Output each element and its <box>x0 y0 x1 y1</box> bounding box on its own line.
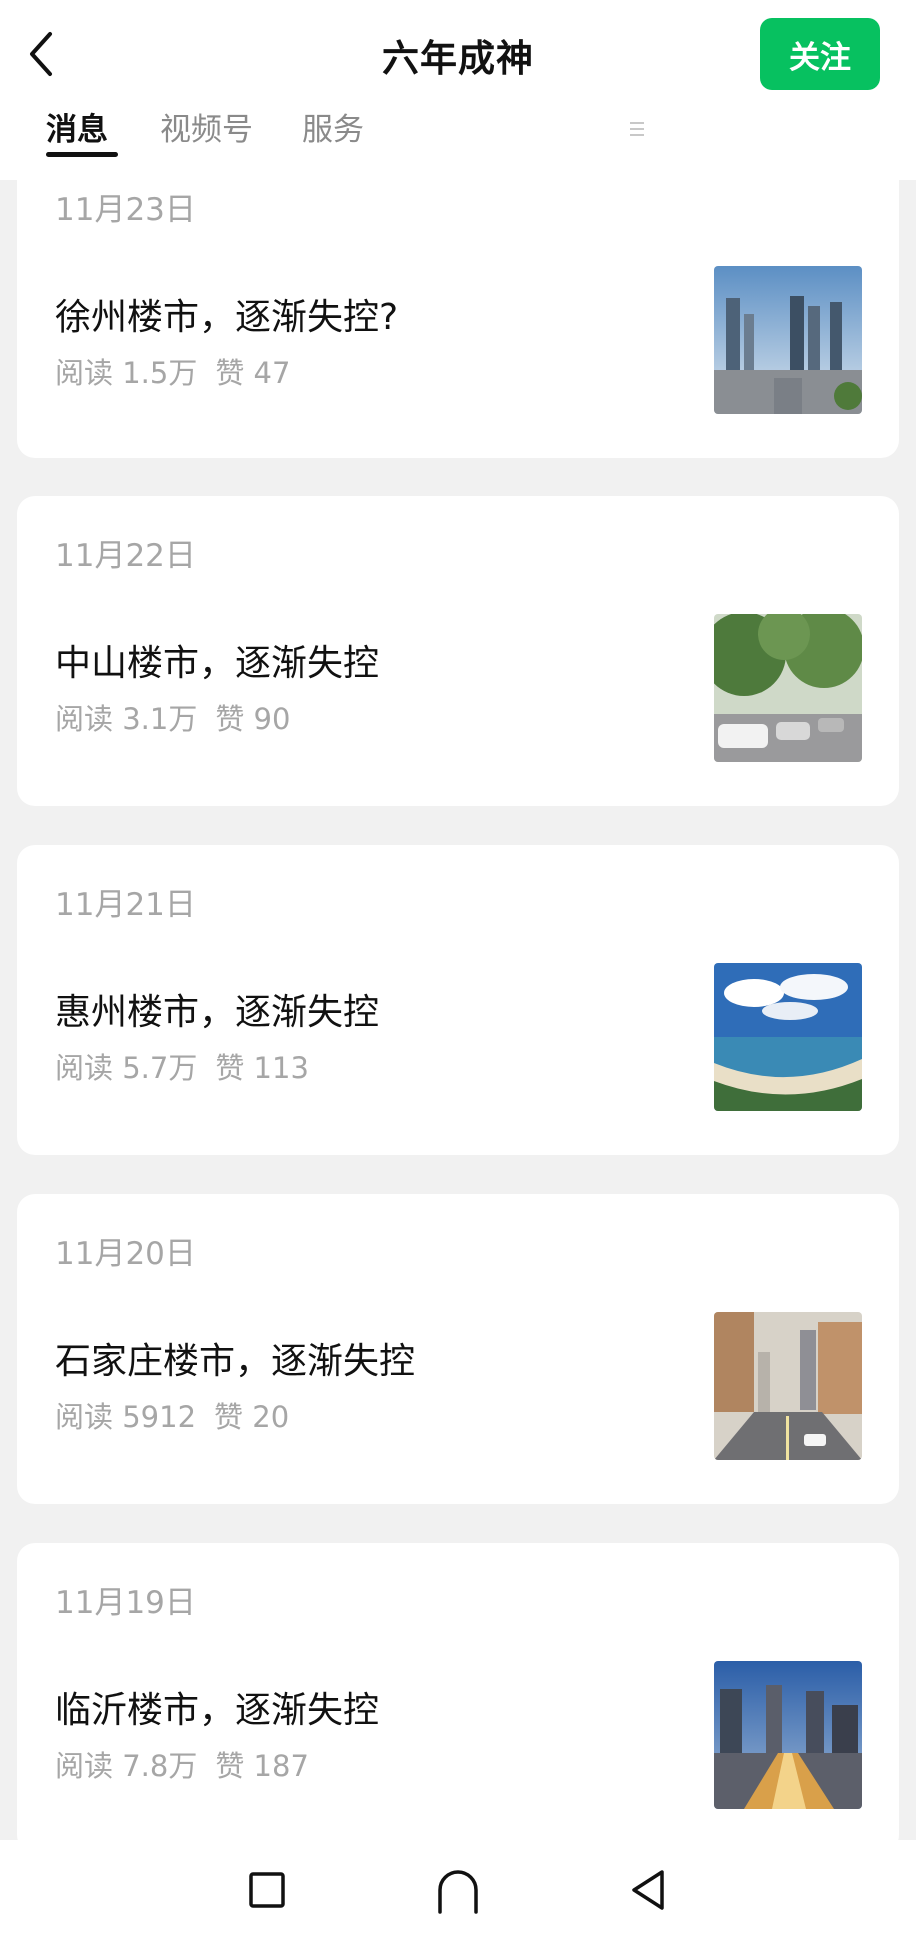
tree-lined-street-image <box>714 614 862 762</box>
read-count: 阅读 7.8万 <box>55 1749 198 1783</box>
article-card[interactable]: 11月21日 惠州楼市，逐渐失控 阅读 5.7万赞 113 <box>17 845 899 1155</box>
tab-label: 消息 <box>46 112 108 148</box>
article-card[interactable]: 11月22日 中山楼市，逐渐失控 阅读 3.1万赞 90 <box>17 496 899 806</box>
like-count: 赞 113 <box>215 1051 309 1085</box>
article-stats: 阅读 5912 赞 20 <box>55 1394 289 1436</box>
coastal-bay-image <box>714 963 862 1111</box>
article-card[interactable]: 11月23日 徐州楼市，逐渐失控? 阅读 1.5万赞 47 <box>17 180 899 458</box>
night-city-image <box>714 1661 862 1809</box>
back-nav-button[interactable] <box>620 1862 676 1918</box>
article-card[interactable]: 11月20日 石家庄楼市，逐渐失控 阅读 5912 赞 20 <box>17 1194 899 1504</box>
article-stats: 阅读 1.5万赞 47 <box>55 350 290 392</box>
article-date: 11月23日 <box>55 192 196 228</box>
article-stats: 阅读 5.7万赞 113 <box>55 1045 309 1087</box>
article-date: 11月22日 <box>55 538 196 574</box>
read-count: 阅读 5912 <box>55 1400 197 1434</box>
article-stats: 阅读 7.8万赞 187 <box>55 1743 309 1785</box>
article-title: 中山楼市，逐渐失控 <box>55 643 380 684</box>
back-triangle-icon <box>632 1870 664 1910</box>
like-count: 赞 20 <box>214 1400 290 1434</box>
article-date: 11月20日 <box>55 1236 196 1272</box>
like-count: 赞 47 <box>215 356 291 390</box>
like-count: 赞 90 <box>215 702 291 736</box>
system-nav-bar <box>0 1840 916 1940</box>
article-date: 11月19日 <box>55 1585 196 1621</box>
city-avenue-image <box>714 1312 862 1460</box>
article-date: 11月21日 <box>55 887 196 923</box>
article-thumbnail <box>714 963 862 1111</box>
tab-channels[interactable]: 视频号 <box>160 104 253 149</box>
read-count: 阅读 5.7万 <box>55 1051 198 1085</box>
read-count: 阅读 1.5万 <box>55 356 198 390</box>
article-thumbnail <box>714 1661 862 1809</box>
like-count: 赞 187 <box>215 1749 309 1783</box>
article-stats: 阅读 3.1万赞 90 <box>55 696 290 738</box>
article-title: 徐州楼市，逐渐失控? <box>55 297 399 338</box>
read-count: 阅读 3.1万 <box>55 702 198 736</box>
tab-label: 视频号 <box>160 112 253 148</box>
article-title: 惠州楼市，逐渐失控 <box>55 992 380 1033</box>
tab-label: 服务 <box>302 112 364 148</box>
active-tab-indicator <box>46 152 118 157</box>
article-thumbnail <box>714 266 862 414</box>
follow-button[interactable]: 关注 <box>760 18 880 90</box>
article-card[interactable]: 11月19日 临沂楼市，逐渐失控 阅读 7.8万赞 187 <box>17 1543 899 1853</box>
tab-messages[interactable]: 消息 <box>46 104 118 157</box>
tab-services[interactable]: 服务 <box>302 104 644 149</box>
article-thumbnail <box>714 614 862 762</box>
menu-lines-icon <box>630 122 644 136</box>
recent-apps-button[interactable] <box>239 1862 295 1918</box>
article-title: 临沂楼市，逐渐失控 <box>55 1690 380 1731</box>
square-icon <box>249 1872 285 1908</box>
home-arch-icon <box>438 1870 478 1914</box>
home-button[interactable] <box>430 1862 486 1918</box>
top-bar: 六年成神 关注 消息 视频号 服务 <box>0 0 916 180</box>
city-skyline-image <box>714 266 862 414</box>
article-thumbnail <box>714 1312 862 1460</box>
article-title: 石家庄楼市，逐渐失控 <box>55 1341 416 1382</box>
